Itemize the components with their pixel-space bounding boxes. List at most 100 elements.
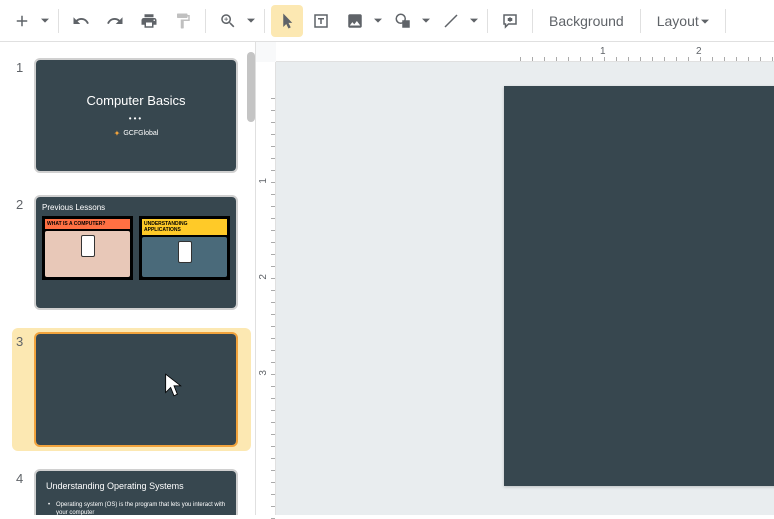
ruler-tick [604,57,605,61]
ruler-tick [712,57,713,61]
caret-down-icon [701,18,709,26]
new-slide-dropdown[interactable] [6,5,52,37]
ruler-mark: 1 [258,178,269,184]
slide-thumbnail-1[interactable]: 1 Computer Basics ••• ✦ GCFGlobal [12,54,251,177]
slide-preview: Previous Lessons WHAT IS A COMPUTER? UND… [34,195,238,310]
line-icon [442,12,460,30]
ruler-mark: 3 [258,370,269,376]
separator [58,9,59,33]
slide-number: 2 [16,195,34,212]
ruler-tick [271,98,275,99]
line-button[interactable] [435,5,467,37]
vertical-ruler[interactable]: 1 2 3 [256,62,276,515]
select-tool-button[interactable] [271,5,303,37]
zoom-button[interactable] [212,5,244,37]
current-slide[interactable] [504,86,774,486]
undo-button[interactable] [65,5,97,37]
ruler-tick [271,230,275,231]
line-dropdown[interactable] [435,5,481,37]
ruler-tick [271,170,275,171]
separator [264,9,265,33]
slide-thumbnail-3[interactable]: 3 [12,328,251,451]
ruler-tick [271,350,275,351]
ruler-tick [271,422,275,423]
lesson-card-title: WHAT IS A COMPUTER? [45,219,130,229]
ruler-tick [271,326,275,327]
ruler-tick [616,57,617,61]
ruler-tick [271,434,275,435]
zoom-caret[interactable] [244,5,258,37]
ruler-tick [676,57,677,61]
shape-icon [394,12,412,30]
scrollbar-thumb[interactable] [247,52,255,122]
slide-title-text: Understanding Operating Systems [46,481,226,491]
ruler-tick [628,57,629,61]
image-dropdown[interactable] [339,5,385,37]
slide-thumbnail-2[interactable]: 2 Previous Lessons WHAT IS A COMPUTER? U… [12,191,251,314]
ruler-tick [271,134,275,135]
caret-down-icon [374,17,382,25]
ruler-tick [772,57,773,61]
layout-label: Layout [657,13,699,29]
ruler-mark: 2 [696,46,702,57]
ruler-tick [271,146,275,147]
new-slide-caret[interactable] [38,5,52,37]
shape-button[interactable] [387,5,419,37]
ruler-tick [544,57,545,61]
horizontal-ruler[interactable]: 1 2 [276,42,774,62]
ruler-tick [271,314,275,315]
lesson-card-title: UNDERSTANDING APPLICATIONS [142,219,227,235]
shape-dropdown[interactable] [387,5,433,37]
ruler-tick [580,57,581,61]
slide-canvas[interactable] [276,62,774,515]
ruler-tick [724,57,725,61]
slide-thumbnail-4[interactable]: 4 Understanding Operating Systems Operat… [12,465,251,515]
slide-title-text: Computer Basics [87,93,186,108]
ruler-tick [271,158,275,159]
ruler-tick [271,254,275,255]
ruler-tick [520,57,521,61]
zoom-dropdown[interactable] [212,5,258,37]
image-caret[interactable] [371,5,385,37]
cursor-icon [278,12,296,30]
slide-decoration: ••• [129,114,143,123]
plus-icon [13,12,31,30]
ruler-tick [568,57,569,61]
ruler-tick [556,57,557,61]
layout-dropdown[interactable]: Layout [647,5,719,37]
slide-preview [34,332,238,447]
paint-format-button[interactable] [167,5,199,37]
ruler-mark: 2 [258,274,269,280]
undo-icon [72,12,90,30]
ruler-tick [271,374,275,375]
ruler-tick [271,494,275,495]
slide-title-text: Previous Lessons [42,203,230,212]
print-button[interactable] [133,5,165,37]
ruler-tick [664,57,665,61]
ruler-tick [271,110,275,111]
ruler-tick [271,458,275,459]
caret-down-icon [422,17,430,25]
ruler-tick [271,386,275,387]
slide-number: 1 [16,58,34,75]
slide-preview: Understanding Operating Systems Operatin… [34,469,238,515]
background-button[interactable]: Background [539,5,634,37]
slide-number: 4 [16,469,34,486]
caret-down-icon [247,17,255,25]
redo-button[interactable] [99,5,131,37]
redo-icon [106,12,124,30]
ruler-tick [271,398,275,399]
ruler-tick [760,57,761,61]
line-caret[interactable] [467,5,481,37]
ruler-tick [271,446,275,447]
comment-icon [501,12,519,30]
ruler-tick [271,194,275,195]
image-button[interactable] [339,5,371,37]
shape-caret[interactable] [419,5,433,37]
textbox-button[interactable] [305,5,337,37]
caret-down-icon [41,17,49,25]
ruler-tick [652,57,653,61]
comment-button[interactable] [494,5,526,37]
slide-preview: Computer Basics ••• ✦ GCFGlobal [34,58,238,173]
new-slide-button[interactable] [6,5,38,37]
